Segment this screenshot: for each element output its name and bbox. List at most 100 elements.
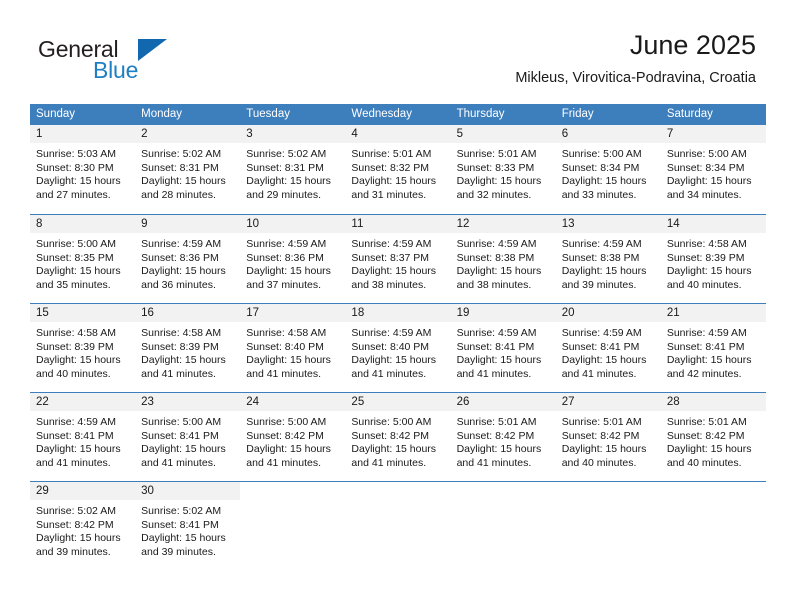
daylight-text-line1: Daylight: 15 hours [246, 443, 331, 456]
day-cell[interactable]: 27 Sunrise: 5:01 AM Sunset: 8:42 PM Dayligh… [555, 393, 661, 481]
day-cell[interactable]: 29 Sunrise: 5:02 AM Sunset: 8:42 PM Dayligh… [30, 482, 136, 570]
day-number-band: 25 [345, 393, 451, 411]
sunset-text: Sunset: 8:42 PM [351, 429, 430, 442]
day-cell[interactable]: 5 Sunrise: 5:01 AM Sunset: 8:33 PM Daylight… [450, 125, 556, 214]
day-number: 15 [36, 307, 49, 319]
sunset-text: Sunset: 8:31 PM [141, 161, 219, 174]
day-number-band: 28 [660, 393, 766, 411]
daylight-text-line1: Daylight: 15 hours [456, 354, 542, 367]
day-cell[interactable]: 6 Sunrise: 5:00 AM Sunset: 8:34 PM Daylight… [555, 125, 661, 214]
sunset-text: Sunset: 8:30 PM [36, 161, 114, 174]
daylight-text-line2: and 41 minutes. [36, 456, 111, 469]
sunset-text: Sunset: 8:36 PM [141, 251, 219, 264]
day-number: 29 [36, 485, 49, 497]
sunset-text: Sunset: 8:38 PM [561, 251, 640, 264]
calendar-grid: Sunday Monday Tuesday Wednesday Thursday Frid… [30, 104, 766, 570]
daylight-text-line1: Daylight: 15 hours [456, 443, 542, 456]
day-cell[interactable]: 17 Sunrise: 4:58 AM Sunset: 8:40 PM Dayligh… [240, 304, 346, 392]
day-details: Sunrise: 5:02 AM Sunset: 8:41 PM Daylight:… [135, 500, 240, 559]
day-cell[interactable]: 28 Sunrise: 5:01 AM Sunset: 8:42 PM Dayligh… [660, 393, 766, 481]
day-number-band: 14 [660, 215, 766, 233]
sunrise-text: Sunrise: 4:59 AM [36, 416, 116, 428]
sunset-text: Sunset: 8:41 PM [141, 518, 219, 531]
day-cell[interactable]: 16 Sunrise: 4:58 AM Sunset: 8:39 PM Dayligh… [135, 304, 241, 392]
sunrise-text: Sunrise: 5:00 AM [246, 416, 327, 428]
day-cell[interactable]: 26 Sunrise: 5:01 AM Sunset: 8:42 PM Dayligh… [450, 393, 556, 481]
day-cell[interactable]: 13 Sunrise: 4:59 AM Sunset: 8:38 PM Dayligh… [555, 215, 661, 303]
day-cell[interactable]: 12 Sunrise: 4:59 AM Sunset: 8:38 PM Dayligh… [450, 215, 556, 303]
sunrise-text: Sunrise: 5:00 AM [666, 148, 747, 160]
day-details: Sunrise: 5:02 AM Sunset: 8:42 PM Daylight:… [30, 500, 135, 559]
day-details: Sunrise: 4:59 AM Sunset: 8:36 PM Daylight:… [240, 233, 345, 292]
sunrise-text: Sunrise: 5:03 AM [36, 148, 116, 160]
day-cell[interactable]: 10 Sunrise: 4:59 AM Sunset: 8:36 PM Dayligh… [240, 215, 346, 303]
day-cell[interactable]: 14 Sunrise: 4:58 AM Sunset: 8:39 PM Dayligh… [660, 215, 766, 303]
daylight-text-line1: Daylight: 15 hours [351, 265, 437, 278]
day-number: 19 [456, 307, 470, 319]
daylight-text-line1: Daylight: 15 hours [36, 532, 121, 545]
day-cell[interactable]: 2 Sunrise: 5:02 AM Sunset: 8:31 PM Daylight… [135, 125, 241, 214]
day-details: Sunrise: 5:00 AM Sunset: 8:34 PM Daylight:… [556, 143, 661, 202]
day-number: 1 [36, 128, 43, 140]
sunset-text: Sunset: 8:35 PM [36, 251, 114, 264]
day-cell[interactable]: 9 Sunrise: 4:59 AM Sunset: 8:36 PM Daylight… [135, 215, 241, 303]
sunrise-text: Sunrise: 4:59 AM [561, 238, 642, 250]
day-cell[interactable]: 7 Sunrise: 5:00 AM Sunset: 8:34 PM Daylight… [660, 125, 766, 214]
day-cell[interactable]: 8 Sunrise: 5:00 AM Sunset: 8:35 PM Daylight… [30, 215, 136, 303]
daylight-text-line2: and 27 minutes. [36, 188, 111, 201]
daylight-text-line1: Daylight: 15 hours [36, 354, 121, 367]
day-number: 30 [141, 485, 154, 497]
day-cell[interactable]: 11 Sunrise: 4:59 AM Sunset: 8:37 PM Dayligh… [345, 215, 451, 303]
day-details: Sunrise: 4:58 AM Sunset: 8:39 PM Daylight:… [661, 233, 766, 292]
day-cell[interactable]: 15 Sunrise: 4:58 AM Sunset: 8:39 PM Dayligh… [30, 304, 136, 392]
day-number-band: 9 [135, 215, 241, 233]
day-cell[interactable]: 22 Sunrise: 4:59 AM Sunset: 8:41 PM Dayligh… [30, 393, 136, 481]
day-number: 14 [666, 218, 680, 230]
day-cell[interactable]: 19 Sunrise: 4:59 AM Sunset: 8:41 PM Dayligh… [450, 304, 556, 392]
day-number-band: 27 [555, 393, 661, 411]
day-details: Sunrise: 5:01 AM Sunset: 8:42 PM Daylight:… [556, 411, 661, 470]
weekday-header-wednesday: Wednesday [351, 108, 412, 120]
day-details [240, 500, 345, 505]
day-number-band: 18 [345, 304, 451, 322]
day-cell[interactable]: 30 Sunrise: 5:02 AM Sunset: 8:41 PM Dayligh… [135, 482, 241, 570]
sunrise-text: Sunrise: 4:58 AM [246, 327, 327, 339]
day-cell[interactable]: 1 Sunrise: 5:03 AM Sunset: 8:30 PM Daylight… [30, 125, 136, 214]
daylight-text-line2: and 40 minutes. [666, 456, 742, 469]
day-cell[interactable]: 20 Sunrise: 4:59 AM Sunset: 8:41 PM Dayligh… [555, 304, 661, 392]
day-number: 26 [456, 396, 470, 408]
sunset-text: Sunset: 8:42 PM [246, 429, 324, 442]
general-blue-logo[interactable]: General Blue [38, 36, 248, 88]
daylight-text-line2: and 39 minutes. [141, 545, 216, 558]
day-number-band: 3 [240, 125, 346, 143]
day-cell[interactable]: 23 Sunrise: 5:00 AM Sunset: 8:41 PM Dayligh… [135, 393, 241, 481]
day-cell[interactable]: 3 Sunrise: 5:02 AM Sunset: 8:31 PM Daylight… [240, 125, 346, 214]
day-number: 20 [561, 307, 575, 319]
day-number: 5 [456, 128, 463, 140]
daylight-text-line2: and 41 minutes. [456, 367, 532, 380]
day-details: Sunrise: 5:00 AM Sunset: 8:42 PM Daylight:… [240, 411, 345, 470]
daylight-text-line2: and 34 minutes. [666, 188, 742, 201]
daylight-text-line2: and 40 minutes. [36, 367, 111, 380]
day-details: Sunrise: 5:00 AM Sunset: 8:34 PM Daylight:… [661, 143, 766, 202]
sunset-text: Sunset: 8:36 PM [246, 251, 324, 264]
day-cell[interactable]: 24 Sunrise: 5:00 AM Sunset: 8:42 PM Dayligh… [240, 393, 346, 481]
daylight-text-line2: and 41 minutes. [351, 367, 427, 380]
day-cell[interactable]: 18 Sunrise: 4:59 AM Sunset: 8:40 PM Dayligh… [345, 304, 451, 392]
sunset-text: Sunset: 8:41 PM [561, 340, 640, 353]
day-cell[interactable]: 25 Sunrise: 5:00 AM Sunset: 8:42 PM Dayligh… [345, 393, 451, 481]
sunset-text: Sunset: 8:39 PM [36, 340, 114, 353]
daylight-text-line1: Daylight: 15 hours [351, 175, 437, 188]
sunset-text: Sunset: 8:38 PM [456, 251, 535, 264]
day-number: 17 [246, 307, 260, 319]
daylight-text-line2: and 41 minutes. [246, 456, 321, 469]
daylight-text-line1: Daylight: 15 hours [36, 443, 121, 456]
day-cell[interactable]: 4 Sunrise: 5:01 AM Sunset: 8:32 PM Daylight… [345, 125, 451, 214]
sunrise-text: Sunrise: 4:58 AM [666, 238, 747, 250]
day-number: 21 [666, 307, 680, 319]
day-number-band: 30 [135, 482, 241, 500]
day-number: 22 [36, 396, 49, 408]
sunset-text: Sunset: 8:42 PM [666, 429, 745, 442]
day-cell[interactable]: 21 Sunrise: 4:59 AM Sunset: 8:41 PM Dayligh… [660, 304, 766, 392]
daylight-text-line2: and 42 minutes. [666, 367, 742, 380]
